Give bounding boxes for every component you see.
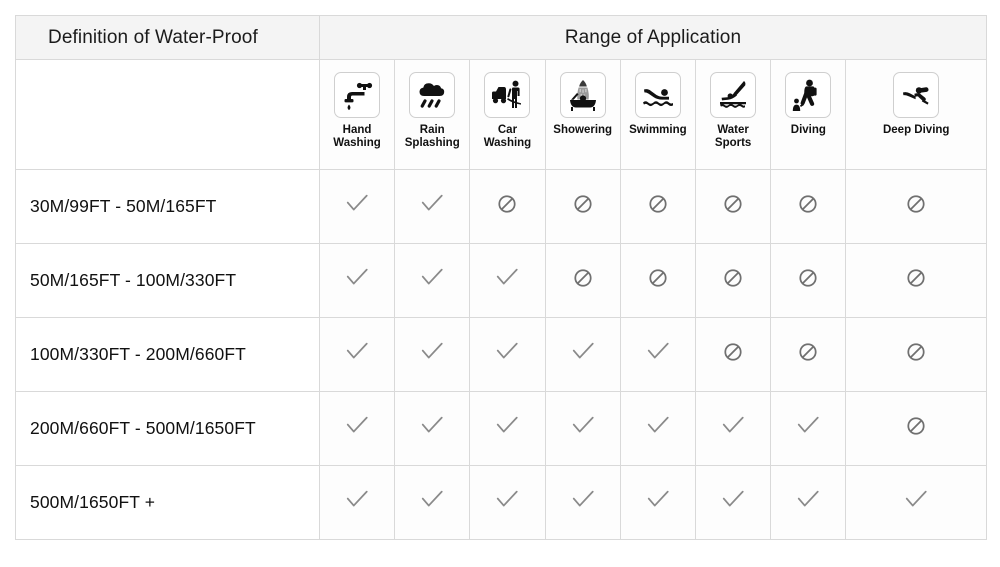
depth-range-label: 30M/99FT - 50M/165FT: [15, 169, 320, 244]
not-supported-prohibited-icon: [845, 169, 987, 244]
not-supported-prohibited-icon: [770, 243, 847, 318]
supported-check-icon: [469, 317, 546, 392]
supported-check-icon: [394, 317, 471, 392]
column-header-car-washing: Car Washing: [469, 59, 546, 170]
supported-check-icon: [394, 465, 471, 540]
not-supported-prohibited-icon: [695, 169, 772, 244]
supported-check-icon: [469, 391, 546, 466]
not-supported-prohibited-icon: [619, 169, 697, 244]
column-header-hand-washing: Hand Washing: [318, 59, 396, 170]
range-of-application-header: Range of Application: [318, 15, 988, 60]
deep-diving-scuba-icon: [893, 72, 940, 118]
supported-check-icon: [544, 465, 621, 540]
supported-check-icon: [318, 465, 396, 540]
column-label-car-washing: Car Washing: [483, 124, 532, 149]
not-supported-prohibited-icon: [695, 317, 772, 392]
supported-check-icon: [469, 243, 546, 318]
supported-check-icon: [619, 391, 697, 466]
column-header-rain-splashing: Rain Splashing: [394, 59, 471, 170]
supported-check-icon: [695, 465, 772, 540]
not-supported-prohibited-icon: [845, 391, 987, 466]
supported-check-icon: [394, 391, 471, 466]
column-label-diving: Diving: [790, 124, 826, 136]
table-row: 50M/165FT - 100M/330FT: [15, 243, 987, 318]
supported-check-icon: [695, 391, 772, 466]
table-row: 30M/99FT - 50M/165FT: [15, 169, 987, 244]
table-row: 500M/1650FT +: [15, 465, 987, 540]
table-body: 30M/99FT - 50M/165FT 50M/165FT - 100M/330…: [15, 169, 987, 540]
showering-bathtub-icon: [559, 72, 606, 118]
waterproof-rating-table: Definition of Water-Proof Range of Appli…: [15, 15, 988, 540]
supported-check-icon: [770, 391, 847, 466]
not-supported-prohibited-icon: [544, 243, 621, 318]
supported-check-icon: [318, 243, 396, 318]
depth-range-label: 100M/330FT - 200M/660FT: [15, 317, 320, 392]
not-supported-prohibited-icon: [845, 243, 987, 318]
supported-check-icon: [318, 317, 396, 392]
supported-check-icon: [544, 317, 621, 392]
column-label-deep-diving: Deep Diving: [882, 124, 950, 136]
supported-check-icon: [619, 465, 697, 540]
column-header-showering: Showering: [544, 59, 621, 170]
column-header-deep-diving: Deep Diving: [845, 59, 987, 170]
water-sports-diving-board-icon: [710, 72, 757, 118]
table-title-row: Definition of Water-Proof Range of Appli…: [15, 15, 988, 60]
column-header-diving: Diving: [770, 59, 847, 170]
swimming-icon: [634, 72, 681, 118]
not-supported-prohibited-icon: [544, 169, 621, 244]
supported-check-icon: [394, 243, 471, 318]
supported-check-icon: [619, 317, 697, 392]
supported-check-icon: [845, 465, 987, 540]
not-supported-prohibited-icon: [845, 317, 987, 392]
depth-range-label: 50M/165FT - 100M/330FT: [15, 243, 320, 318]
not-supported-prohibited-icon: [469, 169, 546, 244]
column-label-showering: Showering: [553, 124, 613, 136]
not-supported-prohibited-icon: [770, 169, 847, 244]
column-label-rain-splashing: Rain Splashing: [404, 124, 460, 149]
column-label-swimming: Swimming: [629, 124, 687, 136]
table-row: 100M/330FT - 200M/660FT: [15, 317, 987, 392]
supported-check-icon: [318, 391, 396, 466]
supported-check-icon: [394, 169, 471, 244]
column-header-swimming: Swimming: [619, 59, 697, 170]
faucet-hand-washing-icon: [334, 72, 381, 118]
depth-range-label: 200M/660FT - 500M/1650FT: [15, 391, 320, 466]
definition-header: Definition of Water-Proof: [15, 15, 320, 60]
column-label-water-sports: Water Sports: [714, 124, 752, 149]
depth-range-label: 500M/1650FT +: [15, 465, 320, 540]
icon-header-row: Hand Washing Rain Splashing Car Washing …: [15, 59, 987, 170]
rain-cloud-icon: [409, 72, 456, 118]
column-header-water-sports: Water Sports: [695, 59, 772, 170]
column-label-hand-washing: Hand Washing: [333, 124, 381, 149]
supported-check-icon: [770, 465, 847, 540]
car-washing-icon: [484, 72, 531, 118]
supported-check-icon: [469, 465, 546, 540]
supported-check-icon: [318, 169, 396, 244]
corner-blank-cell: [15, 59, 320, 170]
table-row: 200M/660FT - 500M/1650FT: [15, 391, 987, 466]
not-supported-prohibited-icon: [770, 317, 847, 392]
not-supported-prohibited-icon: [695, 243, 772, 318]
not-supported-prohibited-icon: [619, 243, 697, 318]
supported-check-icon: [544, 391, 621, 466]
diving-icon: [785, 72, 832, 118]
